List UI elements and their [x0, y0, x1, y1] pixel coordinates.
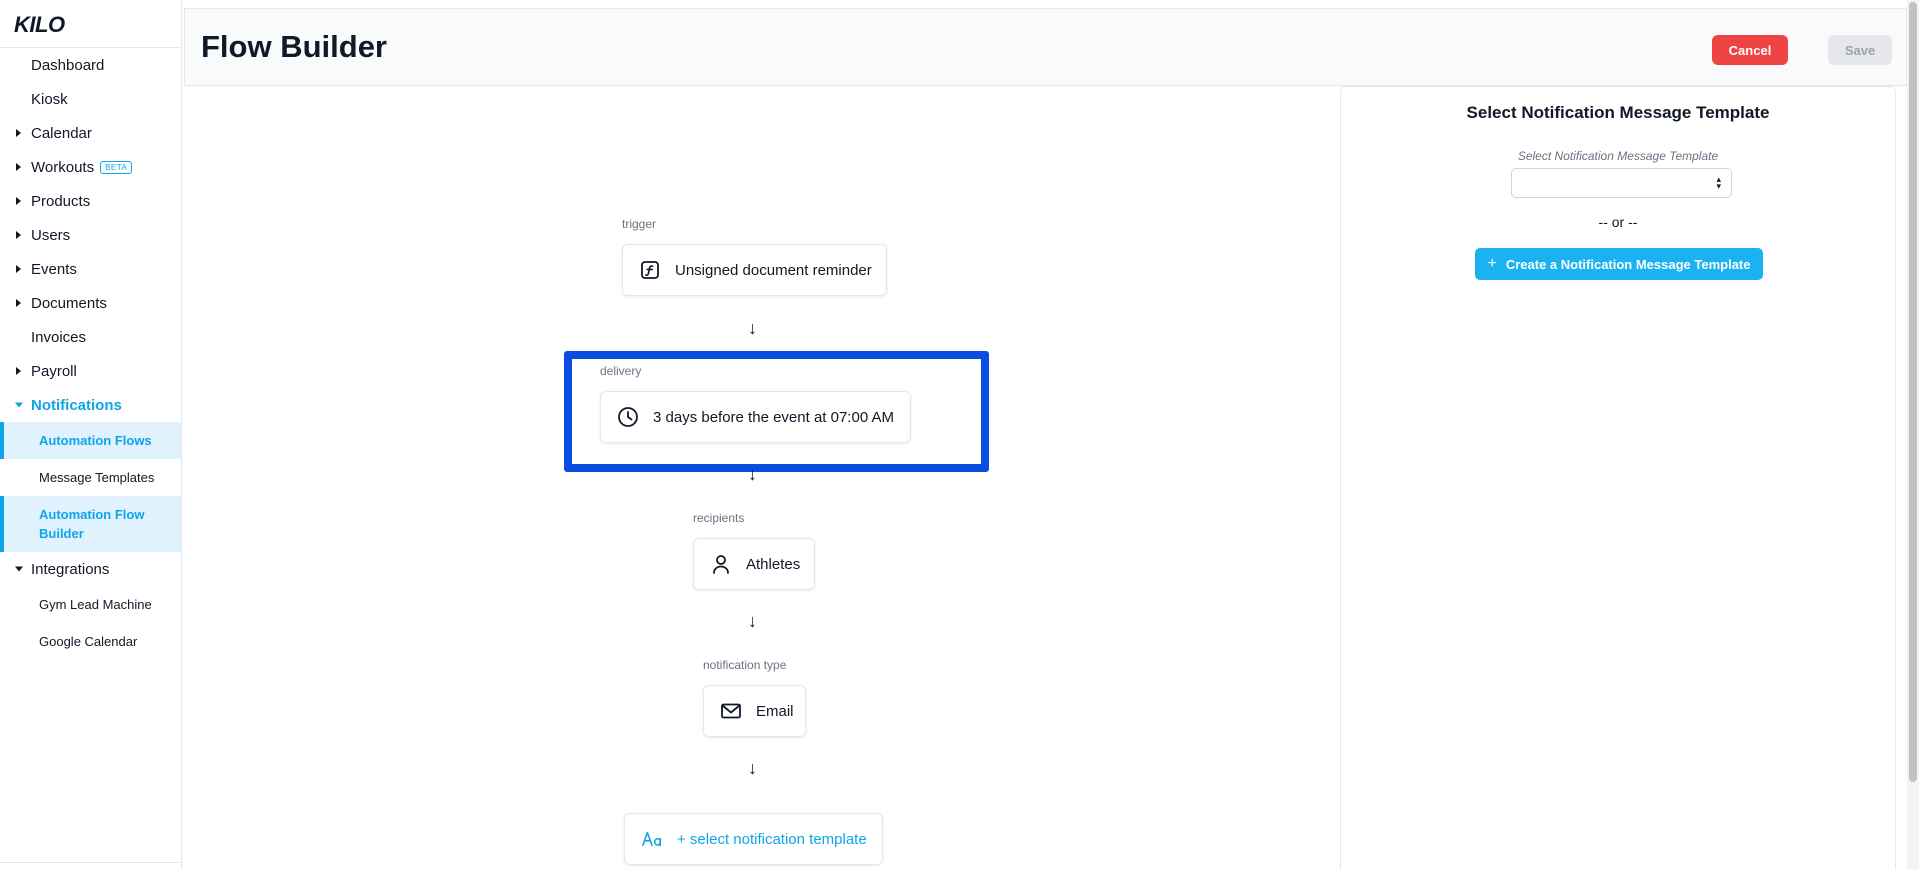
- select-template-label: + select notification template: [677, 830, 867, 848]
- create-template-button[interactable]: + Create a Notification Message Template: [1475, 248, 1763, 280]
- or-divider: -- or --: [1598, 214, 1638, 230]
- sidebar-item-invoices[interactable]: Invoices: [0, 320, 181, 354]
- delivery-value: 3 days before the event at 07:00 AM: [653, 408, 894, 426]
- caret-right-icon: [16, 367, 21, 375]
- sidebar-subitem-label: Gym Lead Machine: [39, 597, 152, 612]
- cancel-button[interactable]: Cancel: [1712, 35, 1788, 65]
- delivery-label: delivery: [600, 364, 642, 378]
- sidebar-subitem-automation-flow-builder[interactable]: Automation Flow Builder: [0, 496, 181, 552]
- typography-icon: [641, 828, 663, 850]
- mail-icon: [720, 700, 742, 722]
- caret-right-icon: [16, 299, 21, 307]
- sidebar-item-label: Workouts: [31, 158, 95, 176]
- sidebar-subitem-label: Google Calendar: [39, 634, 138, 649]
- sidebar-item-kiosk[interactable]: Kiosk: [0, 82, 181, 116]
- sidebar-subitem-label: Automation Flows: [39, 433, 152, 448]
- sidebar-item-label: Products: [31, 192, 91, 210]
- flow-arrow: ↓: [748, 611, 757, 631]
- sidebar-subitem-automation-flows[interactable]: Automation Flows: [0, 422, 181, 459]
- delivery-node[interactable]: 3 days before the event at 07:00 AM: [600, 391, 911, 443]
- trigger-value: Unsigned document reminder: [675, 261, 872, 279]
- notification-type-value: Email: [756, 702, 794, 720]
- template-panel: Select Notification Message Template Sel…: [1340, 86, 1896, 869]
- template-select-label: Select Notification Message Template: [1517, 149, 1719, 163]
- caret-right-icon: [16, 231, 21, 239]
- flow-canvas: trigger Unsigned document reminder ↓ del…: [182, 86, 1340, 869]
- caret-right-icon: [16, 197, 21, 205]
- main-content: Flow Builder Cancel Save trigger Unsigne…: [182, 0, 1919, 869]
- sidebar-item-label: Calendar: [31, 124, 92, 142]
- sidebar-item-documents[interactable]: Documents: [0, 286, 181, 320]
- beta-badge: BETA: [100, 160, 133, 174]
- sidebar-item-products[interactable]: Products: [0, 184, 181, 218]
- select-template-node[interactable]: + select notification template: [624, 813, 883, 865]
- recipients-node[interactable]: Athletes: [693, 538, 815, 590]
- page-header: Flow Builder Cancel Save: [184, 8, 1907, 86]
- caret-right-icon: [16, 265, 21, 273]
- sidebar-item-label: Invoices: [31, 328, 87, 346]
- sidebar-item-workouts[interactable]: Workouts BETA: [0, 150, 181, 184]
- panel-title: Select Notification Message Template: [1466, 103, 1770, 122]
- kilo-logo[interactable]: KILO: [0, 0, 181, 48]
- create-template-label: Create a Notification Message Template: [1505, 256, 1751, 272]
- flow-arrow: ↓: [748, 318, 757, 338]
- sidebar-item-label: Events: [31, 260, 77, 278]
- sidebar-item-notifications[interactable]: Notifications: [0, 388, 181, 422]
- sidebar-item-users[interactable]: Users: [0, 218, 181, 252]
- caret-right-icon: [16, 163, 21, 171]
- sidebar-item-label: Notifications: [31, 396, 122, 414]
- template-select[interactable]: ▴ ▾: [1511, 168, 1732, 198]
- sidebar-item-payroll[interactable]: Payroll: [0, 354, 181, 388]
- app-root: KILO Dashboard Kiosk Calendar Workouts B…: [0, 0, 1919, 869]
- sidebar-subitem-label: Message Templates: [39, 470, 155, 485]
- sidebar-item-label: Payroll: [31, 362, 77, 380]
- sidebar-item-calendar[interactable]: Calendar: [0, 116, 181, 150]
- sidebar-subitem-google-calendar[interactable]: Google Calendar: [0, 623, 181, 660]
- sidebar-subitem-label: Automation Flow Builder: [39, 507, 145, 541]
- plus-icon: +: [1487, 255, 1497, 272]
- flow-arrow: ↓: [748, 464, 757, 484]
- recipients-value: Athletes: [746, 555, 801, 573]
- caret-right-icon: [16, 129, 21, 137]
- sidebar-item-dashboard[interactable]: Dashboard: [0, 48, 181, 82]
- flow-arrow: ↓: [748, 758, 757, 778]
- trigger-node[interactable]: Unsigned document reminder: [622, 244, 887, 296]
- sidebar-subitem-gym-lead-machine[interactable]: Gym Lead Machine: [0, 586, 181, 623]
- page-title: Flow Builder: [201, 29, 387, 64]
- sidebar-item-label: Kiosk: [31, 90, 68, 108]
- chevron-up-down-icon: ▴ ▾: [1716, 174, 1721, 191]
- sidebar-item-integrations[interactable]: Integrations: [0, 552, 181, 586]
- sidebar-subitem-message-templates[interactable]: Message Templates: [0, 459, 181, 496]
- sidebar: KILO Dashboard Kiosk Calendar Workouts B…: [0, 0, 182, 869]
- sidebar-item-label: Dashboard: [31, 56, 105, 74]
- sidebar-item-label: Documents: [31, 294, 107, 312]
- save-button[interactable]: Save: [1828, 35, 1892, 65]
- person-icon: [710, 553, 732, 575]
- clock-icon: [617, 406, 639, 428]
- scrollbar-thumb[interactable]: [1909, 2, 1917, 782]
- sidebar-item-label: Users: [31, 226, 71, 244]
- function-icon: [639, 259, 661, 281]
- sidebar-nav: Dashboard Kiosk Calendar Workouts BETA P…: [0, 48, 181, 660]
- sidebar-item-events[interactable]: Events: [0, 252, 181, 286]
- caret-down-icon: [15, 566, 23, 572]
- sidebar-item-label: Integrations: [31, 560, 110, 578]
- recipients-label: recipients: [693, 511, 745, 525]
- caret-down-icon: [15, 402, 23, 408]
- page-scrollbar[interactable]: [1907, 0, 1919, 869]
- sidebar-divider: [0, 862, 181, 863]
- notification-type-label: notification type: [703, 658, 787, 672]
- notification-type-node[interactable]: Email: [703, 685, 806, 737]
- top-strip: [182, 0, 1907, 8]
- trigger-label: trigger: [622, 217, 657, 231]
